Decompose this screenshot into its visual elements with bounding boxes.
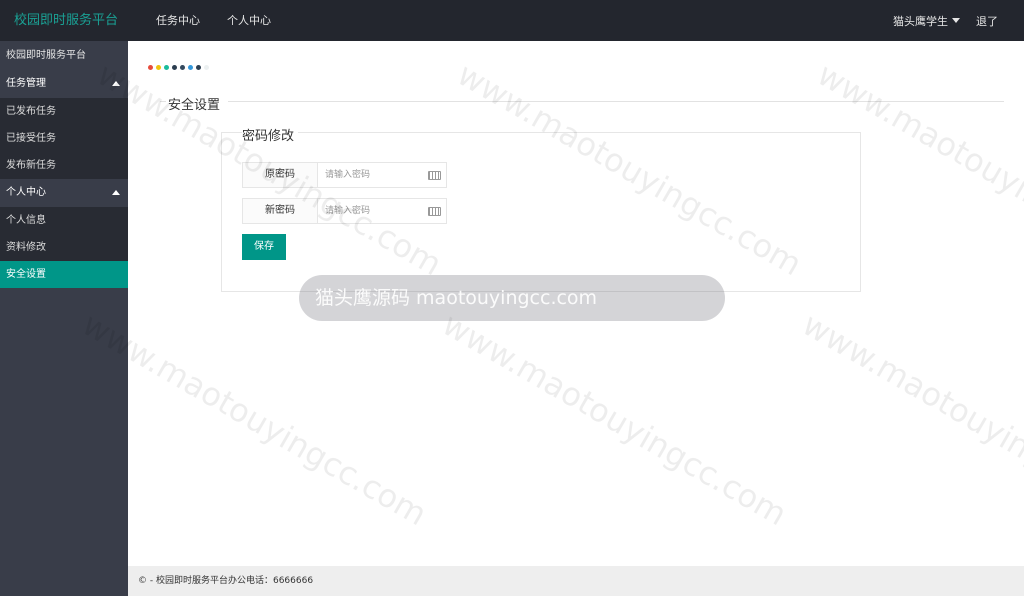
footer: © - 校园即时服务平台办公电话：6666666 — [128, 566, 1024, 596]
fieldset-legend: 密码修改 — [242, 125, 299, 144]
color-dot — [180, 65, 185, 70]
chevron-up-icon — [112, 190, 120, 195]
color-dot — [156, 65, 161, 70]
watermark-bar: 猫头鹰源码 maotouyingcc.com — [299, 275, 725, 321]
sidebar-submenu-tasks: 已发布任务 已接受任务 发布新任务 — [0, 98, 128, 179]
sidebar-group-personal-center[interactable]: 个人中心 — [0, 179, 128, 207]
keyboard-icon — [428, 207, 441, 216]
sidebar-item-security[interactable]: 安全设置 — [0, 261, 128, 288]
user-menu[interactable]: 猫头鹰学生 — [893, 13, 948, 29]
logout-link[interactable]: 退了 — [976, 13, 998, 29]
sidebar-item-edit-profile[interactable]: 资料修改 — [0, 234, 128, 261]
top-header: 校园即时服务平台 任务中心 个人中心 猫头鹰学生 退了 — [0, 0, 1024, 41]
color-dot — [204, 65, 209, 70]
sidebar-item-personal-info[interactable]: 个人信息 — [0, 207, 128, 234]
sidebar-group-label: 任务管理 — [6, 78, 46, 89]
sidebar-item-new-task[interactable]: 发布新任务 — [0, 152, 128, 179]
color-dot — [196, 65, 201, 70]
old-password-label: 原密码 — [243, 163, 318, 187]
color-dot — [164, 65, 169, 70]
old-password-row: 原密码 — [242, 162, 447, 188]
chevron-down-icon[interactable] — [952, 18, 960, 23]
sidebar: 校园即时服务平台 任务管理 已发布任务 已接受任务 发布新任务 个人中心 个人信… — [0, 41, 128, 596]
new-password-label: 新密码 — [243, 199, 318, 223]
color-dots — [148, 65, 212, 70]
sidebar-group-label: 个人中心 — [6, 187, 46, 198]
chevron-up-icon — [112, 81, 120, 86]
sidebar-item-accepted-tasks[interactable]: 已接受任务 — [0, 125, 128, 152]
divider — [160, 101, 166, 102]
new-password-input[interactable] — [318, 199, 427, 223]
sidebar-submenu-personal: 个人信息 资料修改 安全设置 — [0, 207, 128, 288]
keyboard-icon — [428, 171, 441, 180]
save-button[interactable]: 保存 — [242, 234, 286, 260]
sidebar-item-published-tasks[interactable]: 已发布任务 — [0, 98, 128, 125]
sidebar-title[interactable]: 校园即时服务平台 — [0, 41, 128, 70]
user-area: 猫头鹰学生 退了 — [893, 0, 998, 41]
sidebar-group-task-management[interactable]: 任务管理 — [0, 70, 128, 98]
old-password-input[interactable] — [318, 163, 427, 187]
nav-personal-center[interactable]: 个人中心 — [227, 0, 271, 41]
top-nav: 任务中心 个人中心 — [156, 0, 298, 41]
nav-task-center[interactable]: 任务中心 — [156, 0, 200, 41]
divider — [228, 101, 1004, 102]
color-dot — [172, 65, 177, 70]
page-title: 安全设置 — [168, 98, 221, 113]
new-password-row: 新密码 — [242, 198, 447, 224]
color-dot — [148, 65, 153, 70]
color-dot — [188, 65, 193, 70]
app-logo[interactable]: 校园即时服务平台 — [14, 0, 118, 41]
